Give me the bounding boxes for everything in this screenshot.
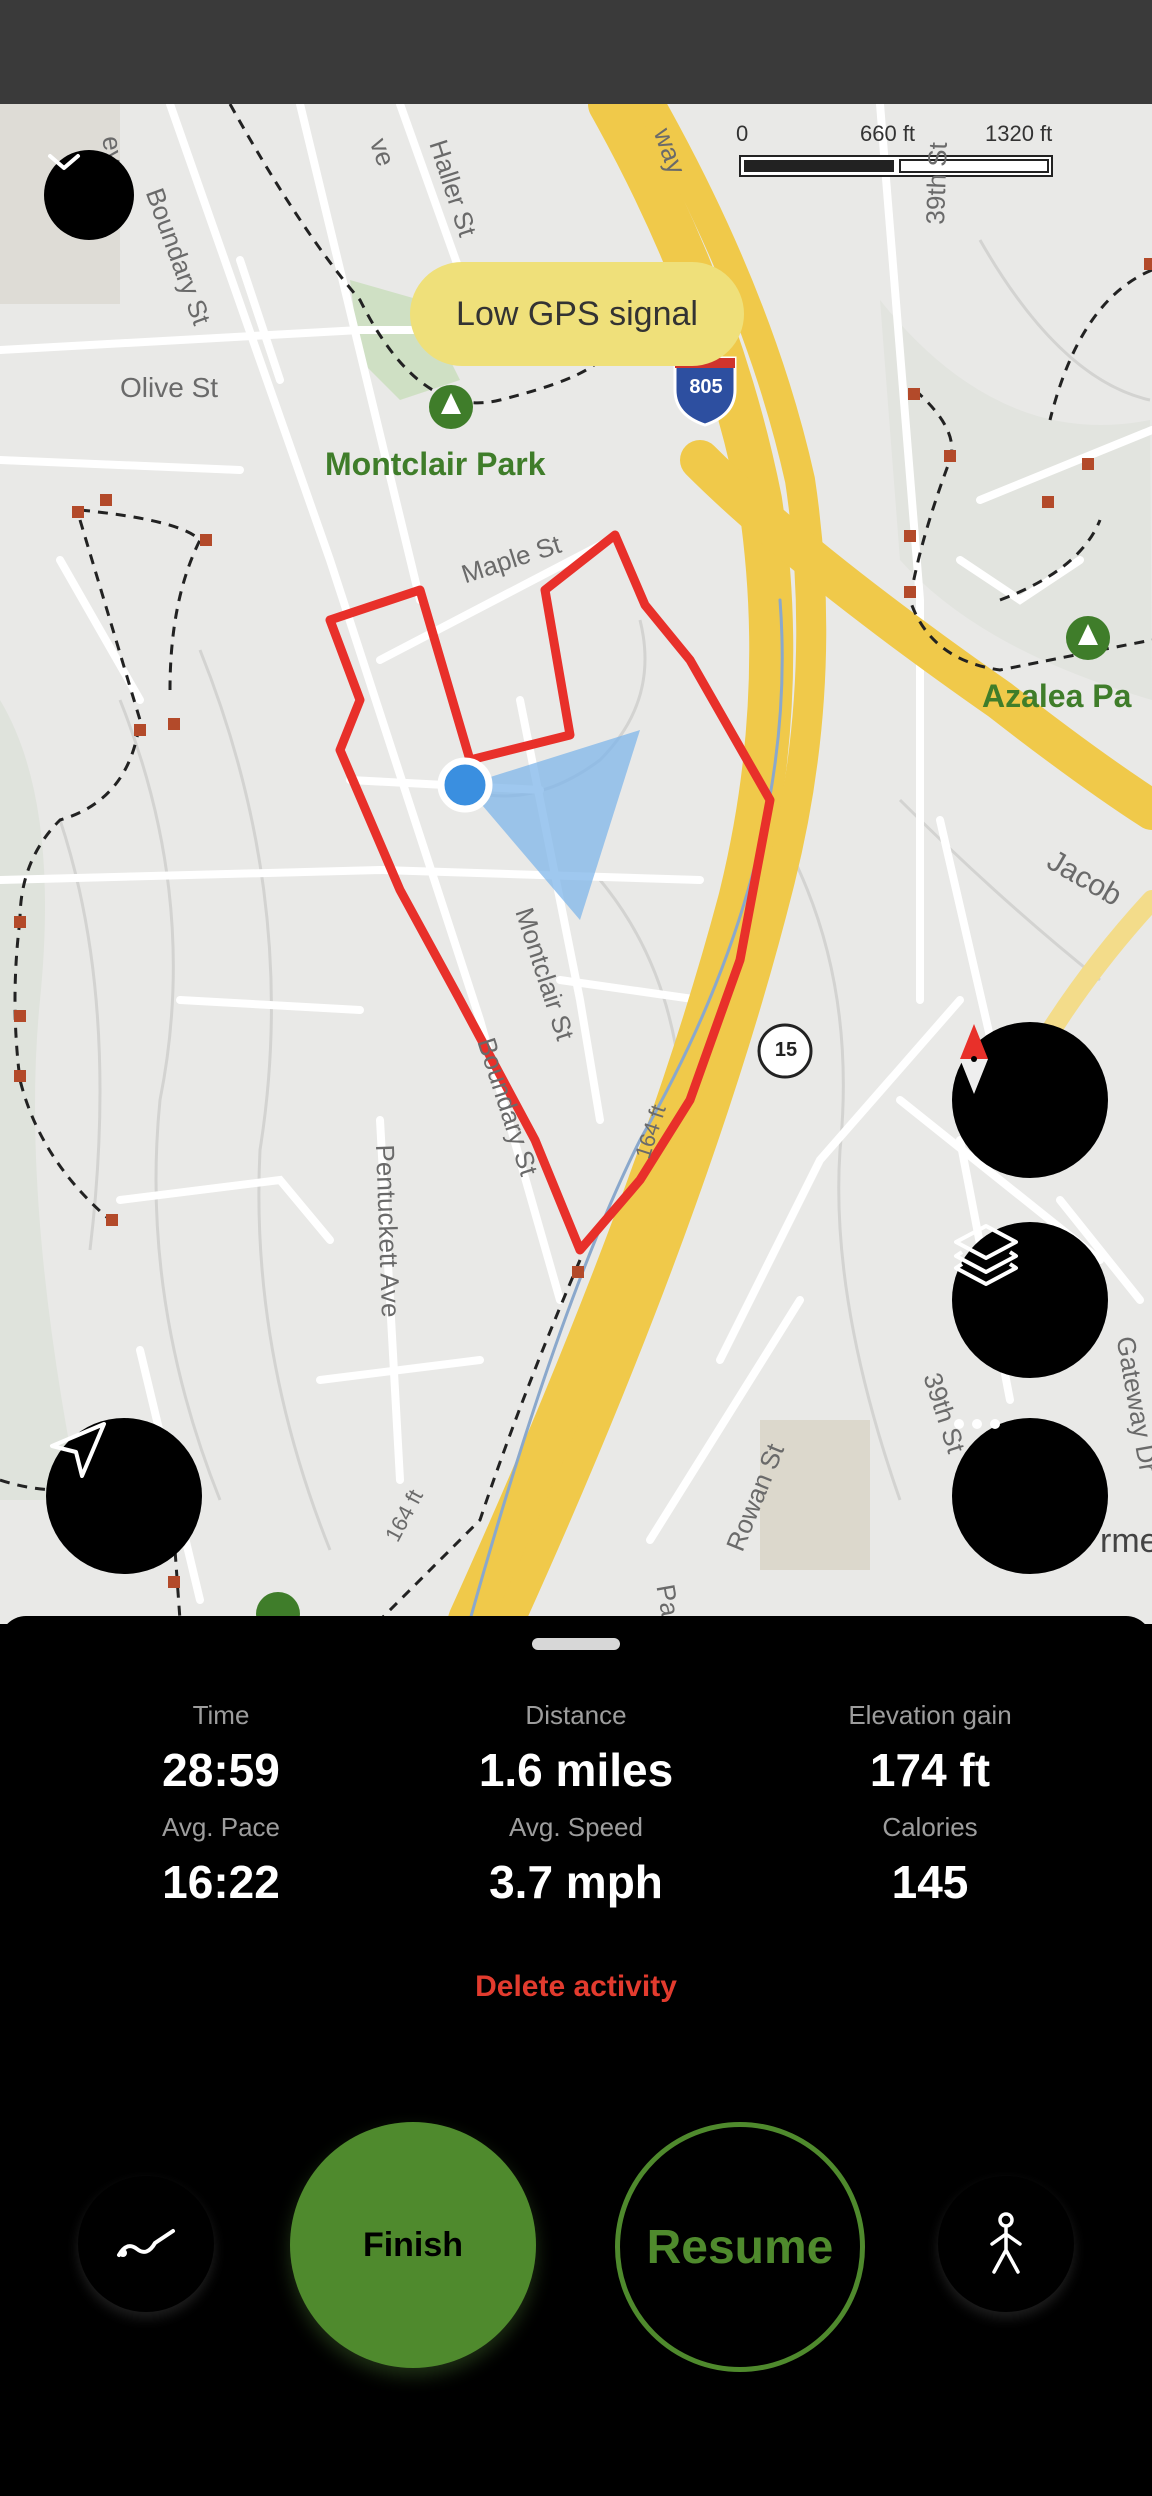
locate-me-button[interactable] <box>46 1418 202 1574</box>
hiking-person-icon <box>990 2212 1022 2274</box>
stat-label: Calories <box>882 1812 978 1842</box>
street-label: Pentuckett Ave <box>370 1144 407 1318</box>
scale-bar <box>739 155 1053 177</box>
stat-value: 16:22 <box>162 1856 280 1908</box>
stat-label: Avg. Pace <box>161 1812 281 1842</box>
interstate-shield-label: 805 <box>689 376 723 398</box>
status-bar <box>0 0 1152 104</box>
gps-signal-text: Low GPS signal <box>456 294 698 333</box>
terrain-patch <box>760 1420 870 1570</box>
resume-button[interactable]: Resume <box>615 2122 865 2372</box>
stat-avg-pace: Avg. Pace 16:22 <box>41 1812 401 1909</box>
stat-label: Avg. Speed <box>509 1812 643 1842</box>
stat-label: Time <box>192 1700 250 1730</box>
scale-label: 1320 ft <box>985 121 1053 146</box>
collapse-button[interactable] <box>44 150 134 240</box>
layers-icon <box>954 1224 1018 1286</box>
park-label: Azalea Pa <box>982 678 1132 714</box>
scale-label: 0 <box>736 121 749 146</box>
stat-distance: Distance 1.6 miles <box>396 1700 756 1797</box>
stat-value: 28:59 <box>162 1744 280 1796</box>
finish-button[interactable]: Finish <box>290 2122 536 2368</box>
compass-button[interactable] <box>952 1022 1108 1178</box>
route-shield-label: 15 <box>774 1039 798 1061</box>
stat-elevation-gain: Elevation gain 174 ft <box>750 1700 1110 1797</box>
stat-value: 1.6 miles <box>478 1744 674 1796</box>
stat-label: Elevation gain <box>848 1700 1012 1730</box>
navigation-arrow-icon <box>50 1422 106 1478</box>
terrain-patch <box>0 700 80 1500</box>
chart-line-icon <box>117 2229 175 2257</box>
more-options-button[interactable] <box>952 1418 1108 1574</box>
finish-label: Finish <box>362 2225 464 2264</box>
resume-label: Resume <box>646 2220 834 2274</box>
stat-value: 145 <box>891 1856 969 1908</box>
delete-activity-button[interactable]: Delete activity <box>0 1970 1152 2004</box>
gps-signal-toast: Low GPS signal <box>410 262 744 366</box>
more-icon <box>954 1419 1000 1429</box>
activity-type-button[interactable] <box>938 2176 1074 2312</box>
stat-calories: Calories 145 <box>750 1812 1110 1909</box>
compass-icon <box>960 1024 988 1094</box>
layers-button[interactable] <box>952 1222 1108 1378</box>
stat-value: 174 ft <box>869 1744 991 1796</box>
street-label: Pa <box>650 1582 686 1619</box>
activity-panel: Time 28:59 Distance 1.6 miles Elevation … <box>0 1616 1152 2496</box>
chevron-down-icon <box>48 154 80 170</box>
stat-label: Distance <box>525 1700 627 1730</box>
stat-avg-speed: Avg. Speed 3.7 mph <box>396 1812 756 1909</box>
current-location-dot <box>437 757 493 813</box>
stat-time: Time 28:59 <box>41 1700 401 1797</box>
street-label: 39th St <box>920 141 953 226</box>
drag-handle[interactable] <box>532 1638 620 1650</box>
stat-value: 3.7 mph <box>489 1856 663 1908</box>
map-view[interactable]: 0 660 ft 1320 ft Boundary St Haller St O… <box>0 104 1152 1624</box>
street-label: Olive St <box>120 372 219 403</box>
place-label: rme <box>1100 1522 1152 1560</box>
park-label: Montclair Park <box>325 446 546 482</box>
scale-label: 660 ft <box>860 121 916 146</box>
stats-chart-button[interactable] <box>78 2176 214 2312</box>
